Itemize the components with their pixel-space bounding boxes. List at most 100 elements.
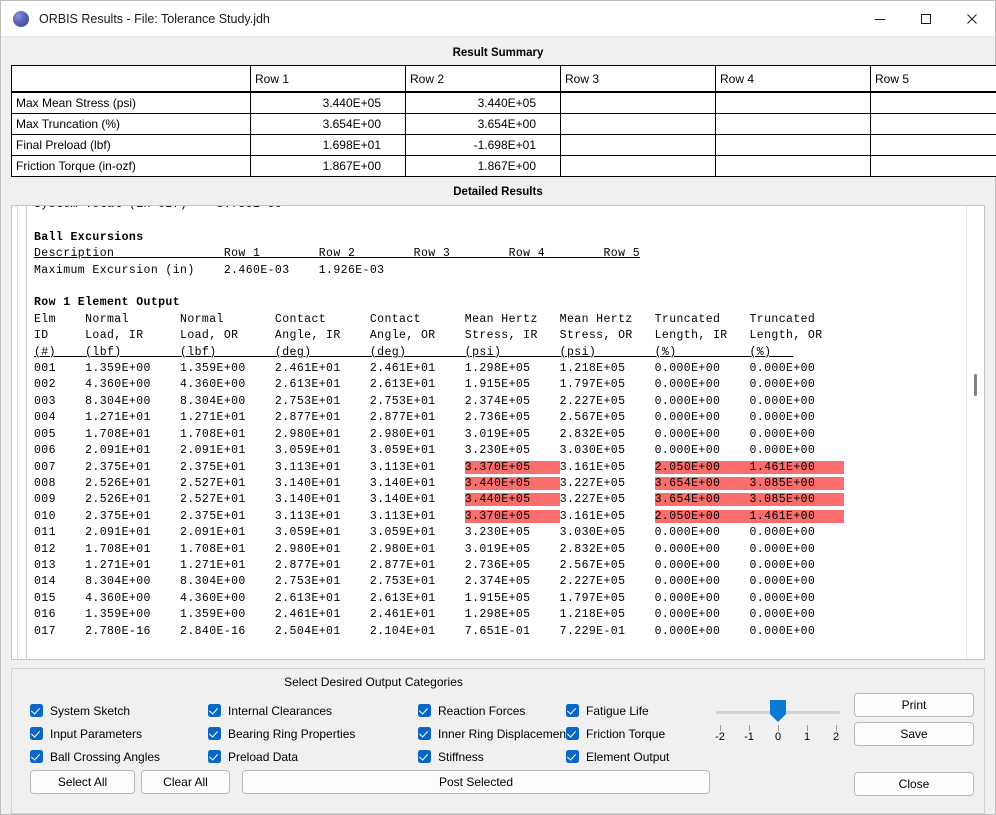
orbis-results-window: ORBIS Results - File: Tolerance Study.jd… <box>0 0 996 815</box>
summary-cell <box>871 156 996 177</box>
checkbox-label: Bearing Ring Properties <box>228 727 355 741</box>
summary-cell <box>561 135 716 156</box>
summary-cell <box>716 156 871 177</box>
checkbox-label: Reaction Forces <box>438 704 525 718</box>
detailed-results-scrollbar[interactable] <box>966 206 984 659</box>
output-categories-panel: Select Desired Output Categories System … <box>11 668 985 814</box>
summary-cell <box>871 135 996 156</box>
summary-cell <box>871 114 996 135</box>
summary-cell <box>716 92 871 114</box>
checkmark-icon[interactable] <box>30 704 43 717</box>
summary-row-label: Max Mean Stress (psi) <box>12 92 251 114</box>
select-all-button[interactable]: Select All <box>30 770 135 794</box>
checkbox-label: Internal Clearances <box>228 704 332 718</box>
output-categories-caption: Select Desired Output Categories <box>12 669 735 689</box>
checkbox-label: Element Output <box>586 750 669 764</box>
print-button[interactable]: Print <box>854 693 974 717</box>
summary-col-header: Row 5 <box>871 66 996 93</box>
checkbox-label: System Sketch <box>50 704 130 718</box>
summary-cell <box>561 114 716 135</box>
summary-col-header: Row 1 <box>251 66 406 93</box>
checkbox-fatigue-life[interactable]: Fatigue Life <box>566 704 669 718</box>
output-categories-checkbox-grid: System Sketch Internal Clearances Reaction… <box>30 699 669 768</box>
slider-tick-label: 2 <box>833 731 839 743</box>
summary-cell <box>561 156 716 177</box>
checkbox-system-sketch[interactable]: System Sketch <box>30 704 208 718</box>
result-summary-section: Row 1Row 2Row 3Row 4Row 5Max Mean Stress… <box>11 65 985 177</box>
summary-cell: 3.440E+05 <box>406 92 561 114</box>
checkbox-label: Friction Torque <box>586 727 665 741</box>
checkbox-label: Preload Data <box>228 750 298 764</box>
result-summary-caption: Result Summary <box>1 47 995 59</box>
checkbox-inner-ring-displacements[interactable]: Inner Ring Displacements <box>418 727 566 741</box>
summary-cell: 3.654E+00 <box>251 114 406 135</box>
slider-tick-label: -1 <box>744 731 754 743</box>
close-button[interactable]: Close <box>854 772 974 796</box>
summary-cell <box>716 135 871 156</box>
summary-cell <box>871 92 996 114</box>
summary-cell: -1.698E+01 <box>406 135 561 156</box>
checkmark-icon[interactable] <box>566 750 579 763</box>
checkbox-bearing-ring-properties[interactable]: Bearing Ring Properties <box>208 727 418 741</box>
summary-cell <box>716 114 871 135</box>
summary-cell: 3.440E+05 <box>251 92 406 114</box>
checkmark-icon[interactable] <box>30 750 43 763</box>
checkmark-icon[interactable] <box>418 727 431 740</box>
summary-cell: 1.867E+00 <box>251 156 406 177</box>
detailed-results-viewport[interactable]: System Total (in-ozf) 3.735E+00 Ball Exc… <box>12 206 966 659</box>
checkbox-label: Ball Crossing Angles <box>50 750 160 764</box>
detailed-results-panel: System Total (in-ozf) 3.735E+00 Ball Exc… <box>11 205 985 660</box>
slider-tick-label: -2 <box>715 731 725 743</box>
summary-row-label: Final Preload (lbf) <box>12 135 251 156</box>
summary-cell: 3.654E+00 <box>406 114 561 135</box>
checkbox-stiffness[interactable]: Stiffness <box>418 750 566 764</box>
close-icon[interactable] <box>949 1 995 36</box>
maximize-icon[interactable] <box>903 1 949 36</box>
window-title: ORBIS Results - File: Tolerance Study.jd… <box>39 12 270 26</box>
checkbox-ball-crossing-angles[interactable]: Ball Crossing Angles <box>30 750 208 764</box>
detailed-results-gutter <box>12 206 27 659</box>
checkmark-icon[interactable] <box>418 750 431 763</box>
summary-cell <box>561 92 716 114</box>
checkmark-icon[interactable] <box>30 727 43 740</box>
table-row: Final Preload (lbf)1.698E+01-1.698E+01 <box>12 135 996 156</box>
orbis-sphere-icon <box>13 11 29 27</box>
result-summary-table: Row 1Row 2Row 3Row 4Row 5Max Mean Stress… <box>11 65 996 177</box>
table-row: Max Mean Stress (psi)3.440E+053.440E+05 <box>12 92 996 114</box>
summary-cell: 1.867E+00 <box>406 156 561 177</box>
summary-col-header: Row 4 <box>716 66 871 93</box>
save-button[interactable]: Save <box>854 722 974 746</box>
summary-col-header: Row 2 <box>406 66 561 93</box>
checkbox-input-parameters[interactable]: Input Parameters <box>30 727 208 741</box>
summary-row-label: Max Truncation (%) <box>12 114 251 135</box>
minimize-icon[interactable] <box>857 1 903 36</box>
checkbox-friction-torque[interactable]: Friction Torque <box>566 727 669 741</box>
checkbox-label: Fatigue Life <box>586 704 649 718</box>
checkbox-reaction-forces[interactable]: Reaction Forces <box>418 704 566 718</box>
checkbox-element-output[interactable]: Element Output <box>566 750 669 764</box>
checkbox-label: Inner Ring Displacements <box>438 727 575 741</box>
summary-cell: 1.698E+01 <box>251 135 406 156</box>
checkbox-label: Stiffness <box>438 750 484 764</box>
checkmark-icon[interactable] <box>208 704 221 717</box>
slider-thumb[interactable] <box>770 700 786 722</box>
clear-all-button[interactable]: Clear All <box>141 770 230 794</box>
table-row: Friction Torque (in-ozf)1.867E+001.867E+… <box>12 156 996 177</box>
checkmark-icon[interactable] <box>208 750 221 763</box>
checkmark-icon[interactable] <box>418 704 431 717</box>
checkbox-label: Input Parameters <box>50 727 142 741</box>
summary-col-header: Row 3 <box>561 66 716 93</box>
summary-row-label: Friction Torque (in-ozf) <box>12 156 251 177</box>
slider-tick-labels: -2-1012 <box>712 731 844 745</box>
checkmark-icon[interactable] <box>566 704 579 717</box>
checkmark-icon[interactable] <box>566 727 579 740</box>
summary-header-row: Row 1Row 2Row 3Row 4Row 5 <box>12 66 996 93</box>
detailed-results-scrollbar-thumb[interactable] <box>974 374 977 396</box>
table-row: Max Truncation (%)3.654E+003.654E+00 <box>12 114 996 135</box>
detailed-results-text: System Total (in-ozf) 3.735E+00 Ball Exc… <box>34 206 966 640</box>
detailed-results-caption: Detailed Results <box>1 186 995 198</box>
checkmark-icon[interactable] <box>208 727 221 740</box>
post-selected-button[interactable]: Post Selected <box>242 770 710 794</box>
checkbox-preload-data[interactable]: Preload Data <box>208 750 418 764</box>
checkbox-internal-clearances[interactable]: Internal Clearances <box>208 704 418 718</box>
